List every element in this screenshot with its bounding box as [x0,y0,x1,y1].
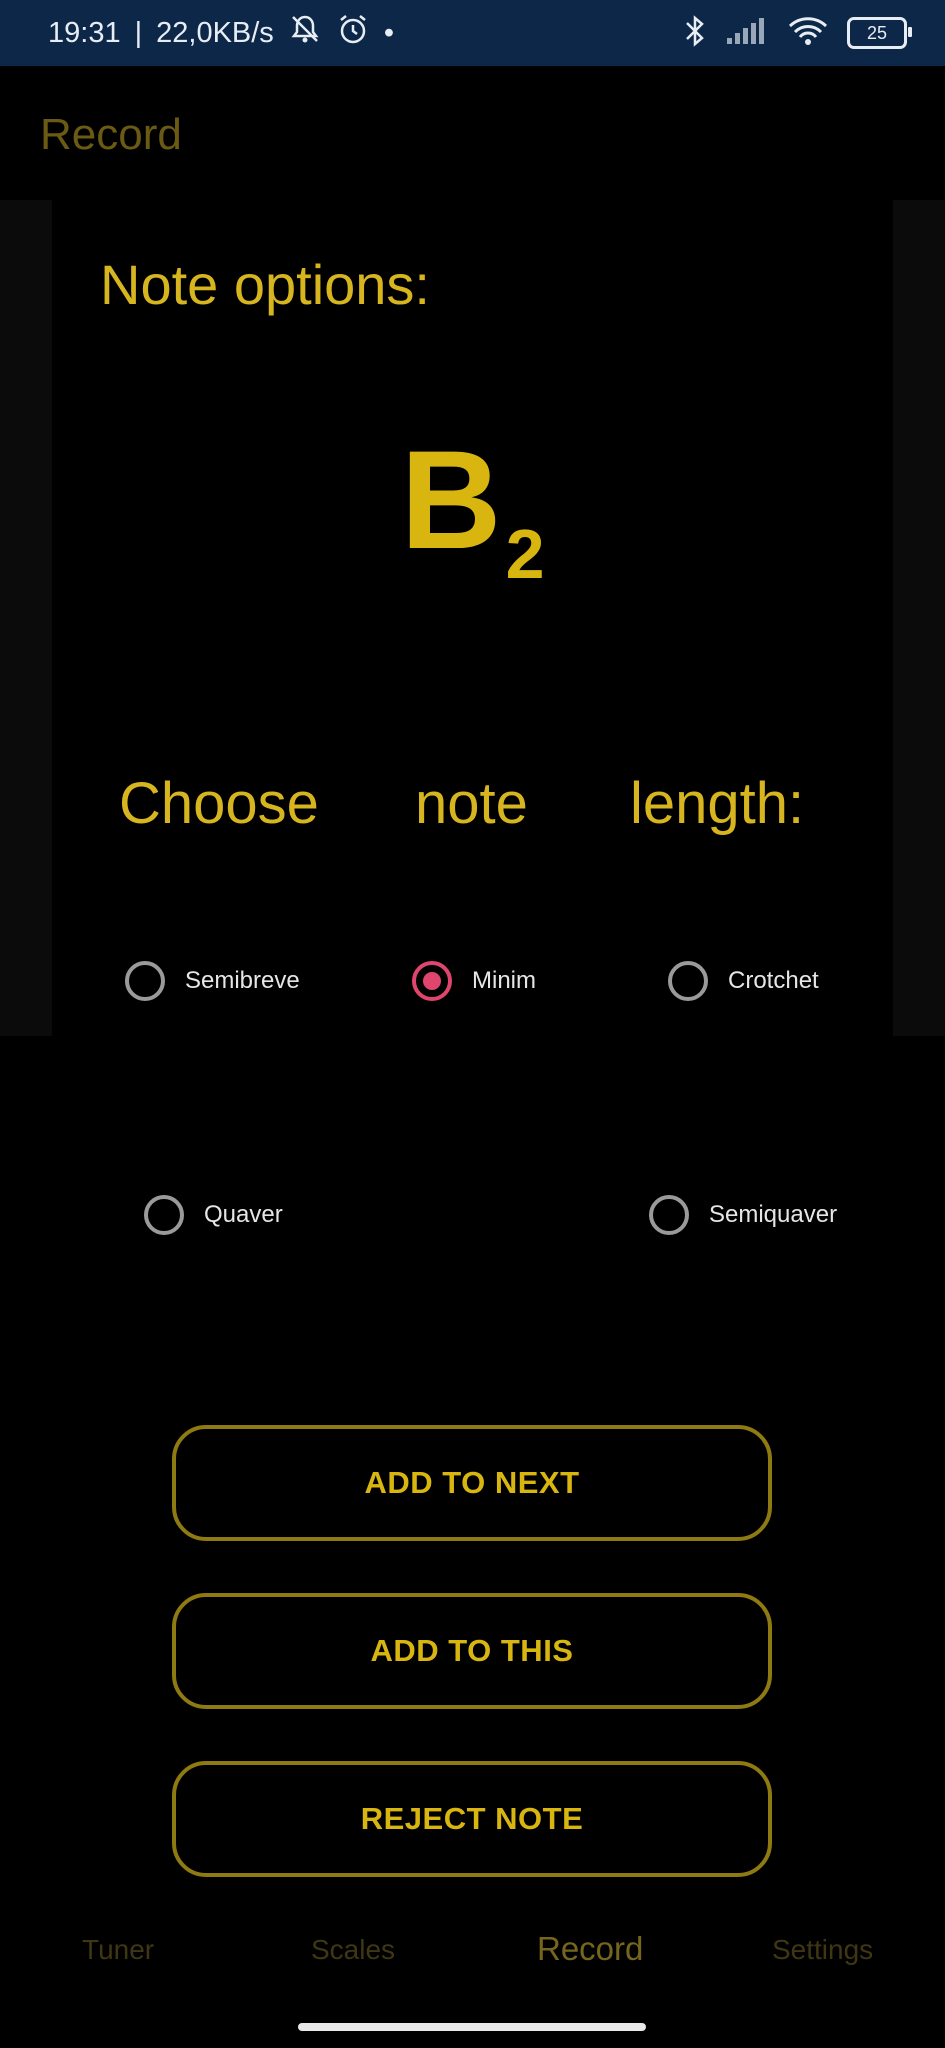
status-separator: | [134,16,143,49]
bottom-navigation: Tuner Scales Record Settings [0,1930,945,2014]
note-octave: 2 [505,515,545,593]
radio-semibreve[interactable]: Semibreve [125,961,300,1001]
battery-level: 25 [866,22,888,43]
radio-label: Quaver [204,1201,283,1228]
cellular-signal-icon [725,16,769,51]
status-right: 25 [683,0,912,66]
radio-button-icon [144,1195,184,1235]
choose-word-3: length: [630,771,805,836]
reject-note-button[interactable]: REJECT NOTE [172,1761,772,1877]
radio-quaver[interactable]: Quaver [144,1195,283,1235]
radio-label: Crotchet [728,967,819,994]
radio-label: Semibreve [185,967,300,994]
add-to-this-button[interactable]: ADD TO THIS [172,1593,772,1709]
notifications-muted-icon [288,12,322,54]
dialog-scrim-left [0,200,52,1036]
note-letter: B [400,421,502,578]
nav-tab-record[interactable]: Record [537,1930,643,1968]
radio-button-icon [125,961,165,1001]
dialog-title: Note options: [100,253,430,316]
dialog-scrim-right [893,200,945,1036]
add-to-next-button[interactable]: ADD TO NEXT [172,1425,772,1541]
radio-label: Semiquaver [709,1201,838,1228]
status-bar: 19:31 | 22,0KB/s • 25 [0,0,945,66]
choose-length-label: Choose note length: [0,770,945,850]
battery-icon: 25 [847,17,912,49]
radio-button-selected-icon [412,961,452,1001]
bluetooth-icon [683,14,707,53]
alarm-icon [336,12,370,54]
app-screen: 19:31 | 22,0KB/s • 25 Record Note option… [0,0,945,2048]
radio-semiquaver[interactable]: Semiquaver [649,1195,837,1235]
choose-word-2: note [415,771,528,836]
radio-crotchet[interactable]: Crotchet [668,961,819,1001]
nav-tab-tuner[interactable]: Tuner [82,1934,154,1966]
choose-word-1: Choose [119,771,319,836]
app-title: Record [40,110,182,159]
wifi-icon [787,15,829,52]
status-dot: • [383,16,394,49]
clock: 19:31 [48,16,121,49]
status-left: 19:31 | 22,0KB/s • [48,0,394,66]
home-indicator[interactable] [298,2023,646,2031]
detected-note: B2 [0,430,945,594]
nav-tab-settings[interactable]: Settings [772,1934,873,1966]
radio-label: Minim [472,967,536,994]
radio-minim[interactable]: Minim [412,961,536,1001]
nav-tab-scales[interactable]: Scales [311,1934,395,1966]
radio-button-icon [668,961,708,1001]
network-speed: 22,0KB/s [156,16,274,49]
radio-button-icon [649,1195,689,1235]
